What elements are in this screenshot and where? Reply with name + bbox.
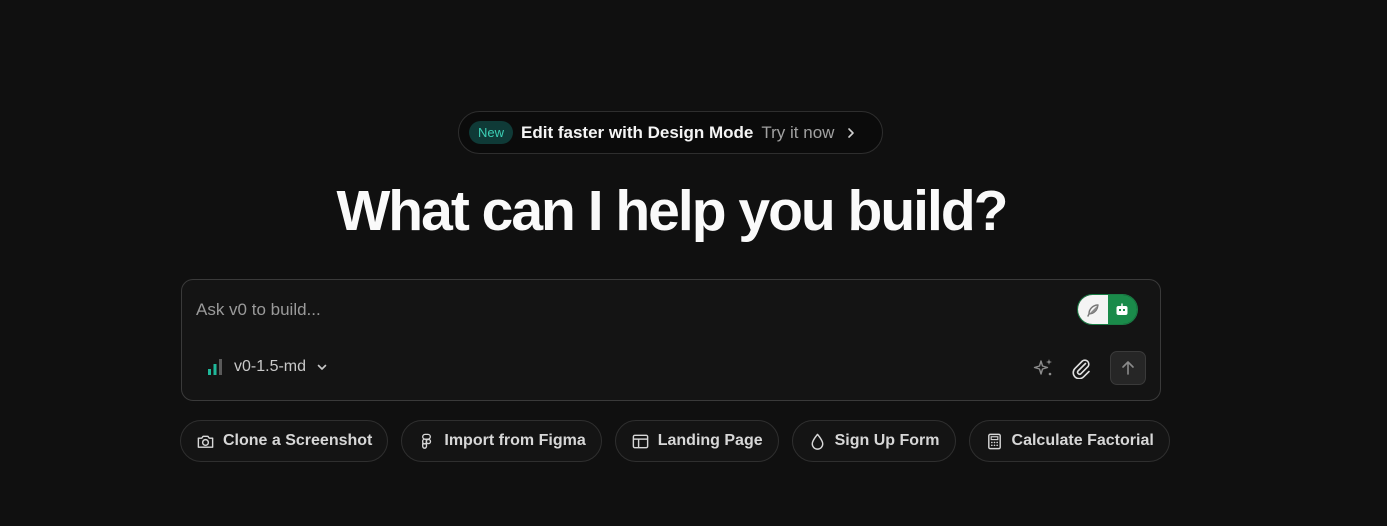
prompt-input[interactable]	[196, 296, 1056, 324]
figma-icon	[422, 433, 432, 449]
camera-icon	[197, 435, 214, 448]
robot-icon	[1116, 303, 1128, 315]
layout-icon	[632, 434, 649, 448]
chip-label: Sign Up Form	[834, 432, 940, 449]
chevron-down-icon	[317, 364, 327, 370]
calculator-icon	[987, 433, 1001, 449]
chip-sign-up-form[interactable]: Sign Up Form	[791, 420, 956, 462]
announcement-headline: Edit faster with Design Mode	[521, 122, 754, 142]
chip-calculate-factorial[interactable]: Calculate Factorial	[968, 420, 1170, 462]
chip-label: Import from Figma	[444, 432, 586, 449]
attach-button[interactable]	[1069, 356, 1093, 380]
chip-landing-page[interactable]: Landing Page	[614, 420, 779, 462]
announcement-banner[interactable]: New Edit faster with Design Mode Try it …	[458, 111, 883, 154]
suggestion-chips: Clone a Screenshot Import from Figma Lan…	[180, 420, 1170, 462]
droplet-icon	[811, 433, 824, 450]
page-title: What can I help you build?	[336, 179, 1009, 243]
chip-import-figma[interactable]: Import from Figma	[401, 420, 602, 462]
robot-mode-option[interactable]	[1107, 295, 1137, 324]
chevron-right-icon	[848, 127, 855, 138]
page: New Edit faster with Design Mode Try it …	[0, 0, 1387, 526]
model-selector[interactable]: v0-1.5-md	[206, 355, 328, 379]
prompt-box: v0-1.5-md	[181, 279, 1161, 401]
feather-mode-option[interactable]	[1078, 295, 1108, 324]
enhance-prompt-button[interactable]	[1031, 356, 1055, 380]
chip-clone-screenshot[interactable]: Clone a Screenshot	[180, 420, 389, 462]
feather-icon	[1087, 303, 1099, 317]
chip-label: Calculate Factorial	[1011, 432, 1154, 449]
send-button[interactable]	[1110, 351, 1146, 385]
chip-label: Clone a Screenshot	[223, 432, 373, 449]
try-it-now-link[interactable]: Try it now	[761, 123, 834, 143]
paperclip-icon	[1072, 359, 1090, 379]
signal-bars-icon	[208, 359, 222, 375]
mode-toggle[interactable]	[1077, 294, 1138, 325]
model-label: v0-1.5-md	[234, 358, 307, 375]
sparkles-icon	[1033, 359, 1052, 376]
chip-label: Landing Page	[657, 432, 763, 449]
new-badge: New	[469, 121, 514, 144]
arrow-up-icon	[1122, 361, 1134, 375]
